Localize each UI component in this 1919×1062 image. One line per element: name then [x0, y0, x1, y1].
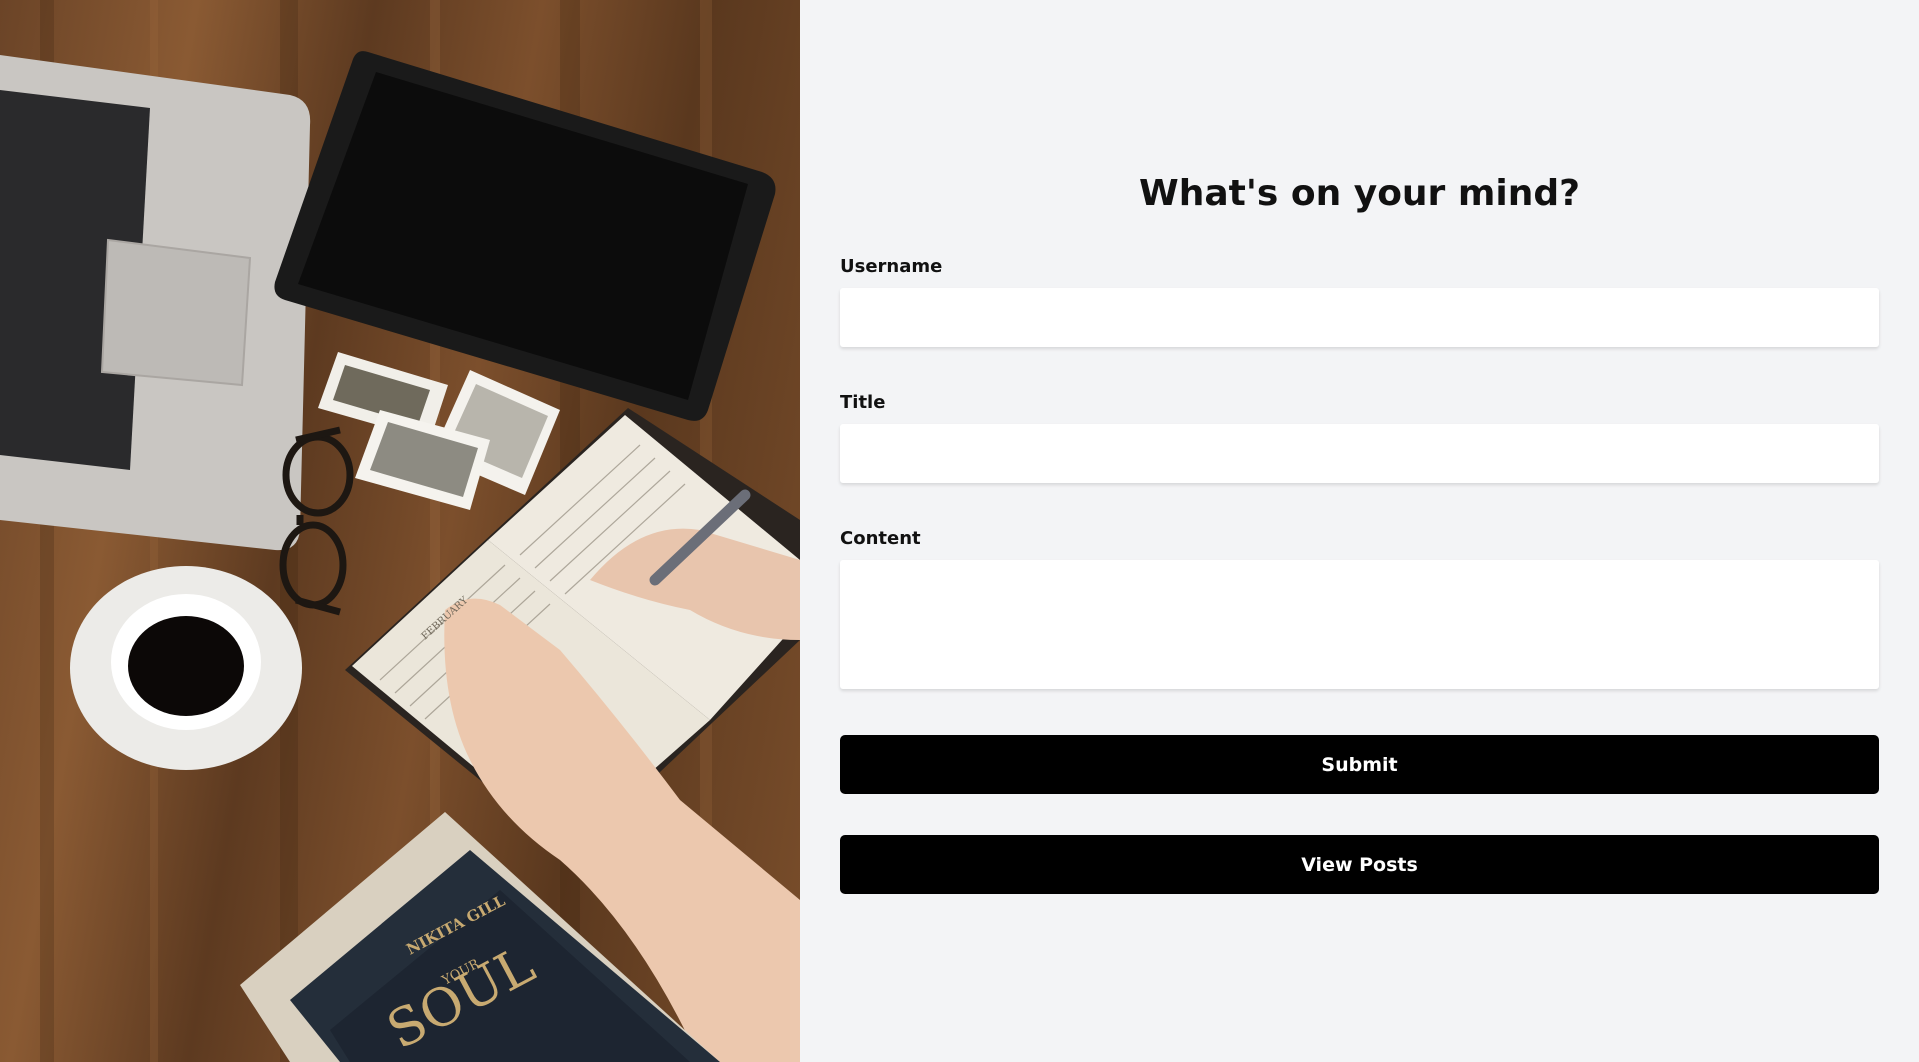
post-form-panel: What's on your mind? Username Title Cont… [800, 0, 1919, 1062]
desk-photo-illustration: NIKITA GILL YOUR SOUL FEBRUARY [0, 0, 800, 1062]
username-input[interactable] [840, 288, 1879, 347]
submit-button[interactable]: Submit [840, 735, 1879, 794]
page: NIKITA GILL YOUR SOUL FEBRUARY What's on… [0, 0, 1919, 1062]
coffee-cup [70, 566, 302, 770]
title-input[interactable] [840, 424, 1879, 483]
content-label: Content [840, 528, 921, 549]
content-textarea[interactable] [840, 560, 1879, 689]
hero-photo: NIKITA GILL YOUR SOUL FEBRUARY [0, 0, 800, 1062]
username-label: Username [840, 256, 943, 277]
page-title: What's on your mind? [1139, 173, 1580, 214]
view-posts-button[interactable]: View Posts [840, 835, 1879, 894]
laptop [0, 55, 311, 551]
title-label: Title [840, 392, 886, 413]
